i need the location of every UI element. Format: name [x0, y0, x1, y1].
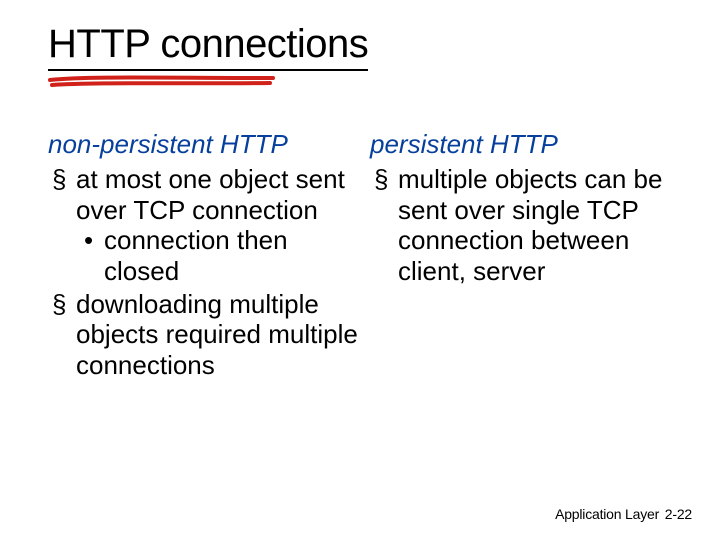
list-item: multiple objects can be sent over single… — [370, 164, 680, 287]
list-item-text: at most one object sent over TCP connect… — [76, 164, 345, 225]
right-column: persistent HTTP multiple objects can be … — [370, 129, 680, 383]
page-title: HTTP connections — [48, 22, 368, 71]
list-item-text: multiple objects can be sent over single… — [398, 164, 662, 286]
list-item: at most one object sent over TCP connect… — [48, 164, 358, 287]
list-subitem: connection then closed — [76, 225, 358, 286]
list-subitem-text: connection then closed — [104, 225, 288, 286]
list-item: downloading multiple objects required mu… — [48, 289, 358, 381]
footer: Application Layer 2-22 — [555, 506, 692, 522]
content-columns: non-persistent HTTP at most one object s… — [48, 129, 680, 383]
left-list: at most one object sent over TCP connect… — [48, 164, 358, 381]
slide: HTTP connections non-persistent HTTP at … — [0, 0, 720, 540]
list-item-text: downloading multiple objects required mu… — [76, 289, 358, 380]
right-list: multiple objects can be sent over single… — [370, 164, 680, 287]
left-column: non-persistent HTTP at most one object s… — [48, 129, 358, 383]
right-heading: persistent HTTP — [370, 129, 680, 160]
left-heading: non-persistent HTTP — [48, 129, 358, 160]
footer-page-number: 2-22 — [665, 506, 692, 522]
red-underline-decoration — [48, 72, 278, 90]
footer-label: Application Layer — [555, 506, 659, 522]
left-sublist: connection then closed — [76, 225, 358, 286]
